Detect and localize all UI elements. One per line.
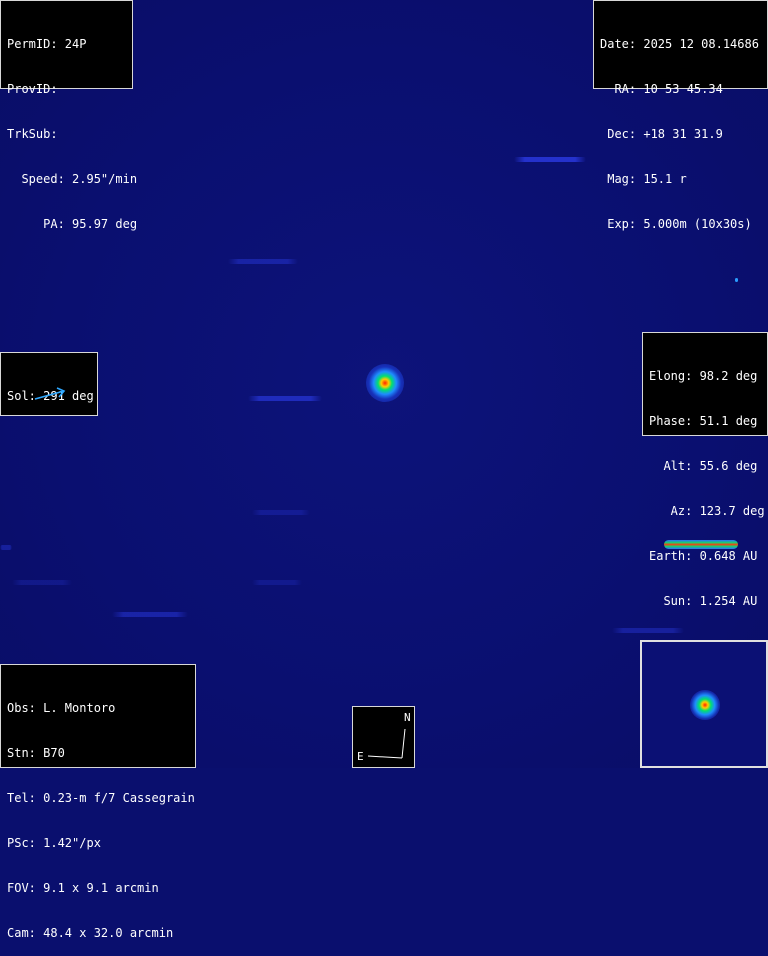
obs-date: Date: 2025 12 08.14686: [600, 37, 759, 51]
comet-inset-thumbnail: [640, 640, 768, 768]
star-point: [735, 278, 738, 282]
compass-north-label: N: [404, 711, 411, 724]
star-trail: [514, 157, 586, 162]
azimuth: Az: 123.7 deg: [649, 504, 765, 518]
camera-fov: Cam: 48.4 x 32.0 arcmin: [7, 926, 174, 940]
declination: Dec: +18 31 31.9: [600, 127, 723, 141]
pixel-scale: PSc: 1.42"/px: [7, 836, 101, 850]
position-angle: PA: 95.97 deg: [7, 217, 138, 231]
sun-direction-panel: Sol: 291 deg: [0, 352, 98, 416]
sun-distance: Sun: 1.254 AU: [649, 594, 758, 608]
star-trail: [0, 545, 12, 550]
perm-id: PermID: 24P: [7, 37, 87, 51]
elongation: Elong: 98.2 deg: [649, 369, 758, 383]
geometry-panel: Elong: 98.2 deg Phase: 51.1 deg Alt: 55.…: [642, 332, 768, 608]
inset-comet-coma: [690, 690, 720, 720]
field-of-view: FOV: 9.1 x 9.1 arcmin: [7, 881, 159, 895]
telescope: Tel: 0.23-m f/7 Cassegrain: [7, 791, 195, 805]
sun-direction-arrow-icon: [34, 387, 66, 400]
compass-panel: N E: [352, 706, 415, 768]
phase-angle: Phase: 51.1 deg: [649, 414, 758, 428]
trk-sub: TrkSub:: [7, 127, 58, 141]
object-info-panel: PermID: 24P ProvID: TrkSub: Speed: 2.95"…: [0, 0, 137, 231]
speed: Speed: 2.95"/min: [7, 172, 138, 186]
star-trail: [612, 628, 684, 633]
star-trail: [252, 510, 310, 515]
compass-east-label: E: [357, 750, 364, 763]
prov-id: ProvID:: [7, 82, 58, 96]
exposure: Exp: 5.000m (10x30s): [600, 217, 752, 231]
star-trail: [228, 259, 298, 264]
station-code: Stn: B70: [7, 746, 65, 760]
comet-coma: [366, 364, 404, 402]
observer-panel: Obs: L. Montoro Stn: B70 Tel: 0.23-m f/7…: [0, 664, 196, 940]
earth-distance: Earth: 0.648 AU: [649, 549, 758, 563]
right-ascension: RA: 10 53 45.34: [600, 82, 723, 96]
star-trail: [12, 580, 72, 585]
magnitude: Mag: 15.1 r: [600, 172, 687, 186]
ephemeris-panel: Date: 2025 12 08.14686 RA: 10 53 45.34 D…: [593, 0, 768, 231]
star-trail: [252, 580, 302, 585]
altitude: Alt: 55.6 deg: [649, 459, 758, 473]
star-trail: [248, 396, 322, 401]
observer-name: Obs: L. Montoro: [7, 701, 116, 715]
star-trail: [112, 612, 188, 617]
